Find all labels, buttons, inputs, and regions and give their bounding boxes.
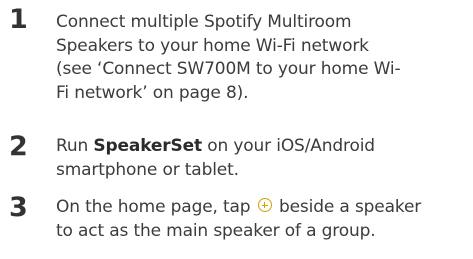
step-text-suffix: beside a speaker — [278, 197, 422, 217]
step-text-prefix: Run — [56, 136, 94, 156]
step-number: 3 — [9, 192, 28, 223]
app-name: SpeakerSet — [93, 136, 202, 156]
step-text: Run SpeakerSet on your iOS/Android smart… — [56, 135, 468, 182]
step-text-line: On the home page, tap beside a speaker — [56, 196, 468, 220]
instruction-steps: 1 Connect multiple Spotify Multiroom Spe… — [0, 0, 473, 259]
step-number: 2 — [9, 131, 28, 162]
step-text-line: Run SpeakerSet on your iOS/Android — [56, 135, 468, 159]
step-text-line: to act as the main speaker of a group. — [56, 220, 376, 241]
step-text-line: Connect multiple Spotify Multiroom — [56, 12, 352, 32]
step-text-suffix: on your iOS/Android — [201, 136, 375, 156]
step-number: 1 — [9, 4, 28, 35]
step-text: On the home page, tap beside a speaker t… — [56, 196, 468, 243]
step-text-prefix: On the home page, tap — [56, 197, 251, 217]
step-text-line: Speakers to your home Wi-Fi network — [56, 35, 369, 56]
step-text-line: smartphone or tablet. — [56, 159, 239, 180]
step-text-line: Fi network’ on page 8). — [56, 82, 249, 103]
step-text-line: (see ‘Connect SW700M to your home Wi- — [56, 59, 401, 79]
step-text: Connect multiple Spotify Multiroom Speak… — [56, 11, 468, 105]
add-circle-icon — [257, 198, 272, 212]
